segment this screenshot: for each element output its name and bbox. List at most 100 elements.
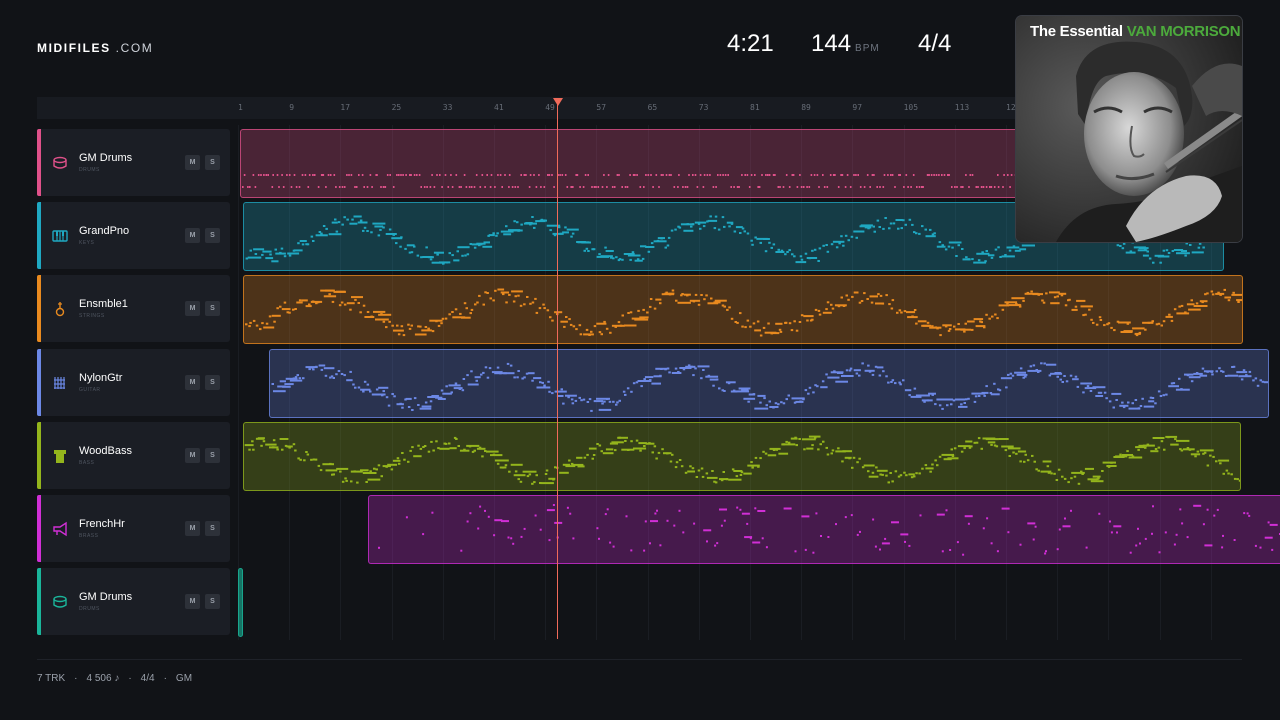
midi-note [433, 186, 436, 188]
track-header[interactable]: GM Drums DRUMS M S [37, 568, 230, 636]
midi-note [985, 384, 988, 387]
midi-note [725, 380, 736, 383]
track-header[interactable]: GM Drums DRUMS M S [37, 129, 230, 196]
midi-note [656, 240, 660, 243]
midi-note [439, 261, 451, 264]
midi-note [830, 304, 833, 307]
playhead-handle[interactable] [553, 98, 563, 106]
midi-clip[interactable] [243, 421, 1241, 491]
midi-note [505, 225, 508, 228]
midi-note [308, 174, 311, 176]
solo-button[interactable]: S [205, 521, 220, 536]
midi-note [1021, 244, 1035, 247]
mute-button[interactable]: M [185, 594, 200, 610]
midi-note [262, 439, 266, 442]
midi-note [871, 174, 874, 176]
midi-note [389, 174, 391, 176]
midi-note [732, 389, 736, 392]
midi-note [821, 379, 825, 382]
midi-note [808, 257, 811, 260]
midi-note [1128, 456, 1143, 459]
midi-note [451, 311, 454, 314]
mute-button[interactable]: M [185, 374, 200, 390]
midi-note [707, 374, 711, 377]
midi-note [1218, 459, 1230, 462]
midi-note [410, 251, 414, 254]
midi-clip[interactable] [243, 275, 1243, 345]
track-header[interactable]: NylonGtr GUITAR M S [37, 348, 230, 416]
midi-note [429, 186, 432, 188]
midi-note [245, 323, 248, 326]
midi-note [544, 472, 548, 475]
midi-note [958, 405, 968, 408]
midi-note [630, 439, 633, 442]
track-header[interactable]: FrenchHr BRASS M S [37, 495, 230, 562]
midi-note [338, 304, 342, 307]
mute-button[interactable]: M [185, 301, 200, 317]
track-header[interactable]: GrandPno KEYS M S [37, 202, 230, 270]
midi-note [1227, 374, 1238, 377]
solo-button[interactable]: S [205, 228, 220, 244]
solo-button[interactable]: S [205, 594, 220, 610]
midi-note [869, 295, 878, 298]
midi-note [448, 252, 451, 255]
midi-note [667, 237, 671, 240]
midi-note [1001, 445, 1014, 448]
midi-note [967, 397, 970, 400]
track-header[interactable]: Ensmble1 STRINGS M S [37, 275, 230, 343]
midi-note [772, 243, 776, 246]
midi-note [598, 444, 602, 447]
midi-note [375, 468, 378, 471]
midi-note [244, 443, 254, 446]
midi-note [439, 447, 450, 450]
midi-note [1014, 371, 1026, 374]
midi-note [1019, 366, 1023, 369]
midi-note [340, 301, 344, 304]
midi-note [1243, 512, 1246, 515]
playhead[interactable] [557, 99, 558, 639]
solo-button[interactable]: S [205, 447, 220, 463]
midi-clip[interactable] [269, 348, 1269, 418]
midi-note [621, 186, 623, 188]
midi-note [605, 328, 609, 331]
midi-note [827, 376, 840, 379]
midi-note [436, 174, 438, 176]
midi-note [674, 228, 677, 231]
midi-note [969, 174, 972, 176]
midi-note [723, 305, 726, 308]
midi-clip[interactable] [368, 495, 1280, 564]
midi-note [596, 527, 599, 530]
mute-button[interactable]: M [185, 228, 200, 244]
midi-note [1037, 294, 1040, 297]
midi-note [1089, 389, 1093, 392]
midi-clip[interactable] [240, 129, 1020, 198]
midi-note [764, 452, 768, 455]
midi-note [841, 460, 844, 463]
midi-note [777, 248, 780, 251]
midi-note [636, 258, 640, 261]
solo-button[interactable]: S [205, 374, 220, 390]
midi-clip[interactable] [238, 568, 243, 638]
midi-note [655, 298, 662, 301]
mute-button[interactable]: M [185, 447, 200, 463]
solo-button[interactable]: S [205, 301, 220, 317]
solo-button[interactable]: S [205, 155, 220, 170]
midi-note [298, 299, 302, 302]
midi-note [448, 313, 451, 316]
midi-note [885, 474, 888, 477]
midi-note [543, 307, 546, 310]
mute-button[interactable]: M [185, 155, 200, 170]
midi-note [488, 234, 495, 237]
midi-note [1165, 249, 1169, 252]
midi-note [739, 232, 742, 235]
midi-note [504, 174, 506, 176]
midi-note [591, 457, 594, 460]
midi-note [442, 392, 452, 395]
midi-note [470, 369, 473, 372]
midi-note [568, 318, 571, 321]
midi-note [307, 186, 310, 188]
track-header[interactable]: WoodBass BASS M S [37, 421, 230, 489]
mute-button[interactable]: M [185, 521, 200, 536]
midi-note [842, 244, 845, 247]
midi-note [261, 322, 264, 325]
